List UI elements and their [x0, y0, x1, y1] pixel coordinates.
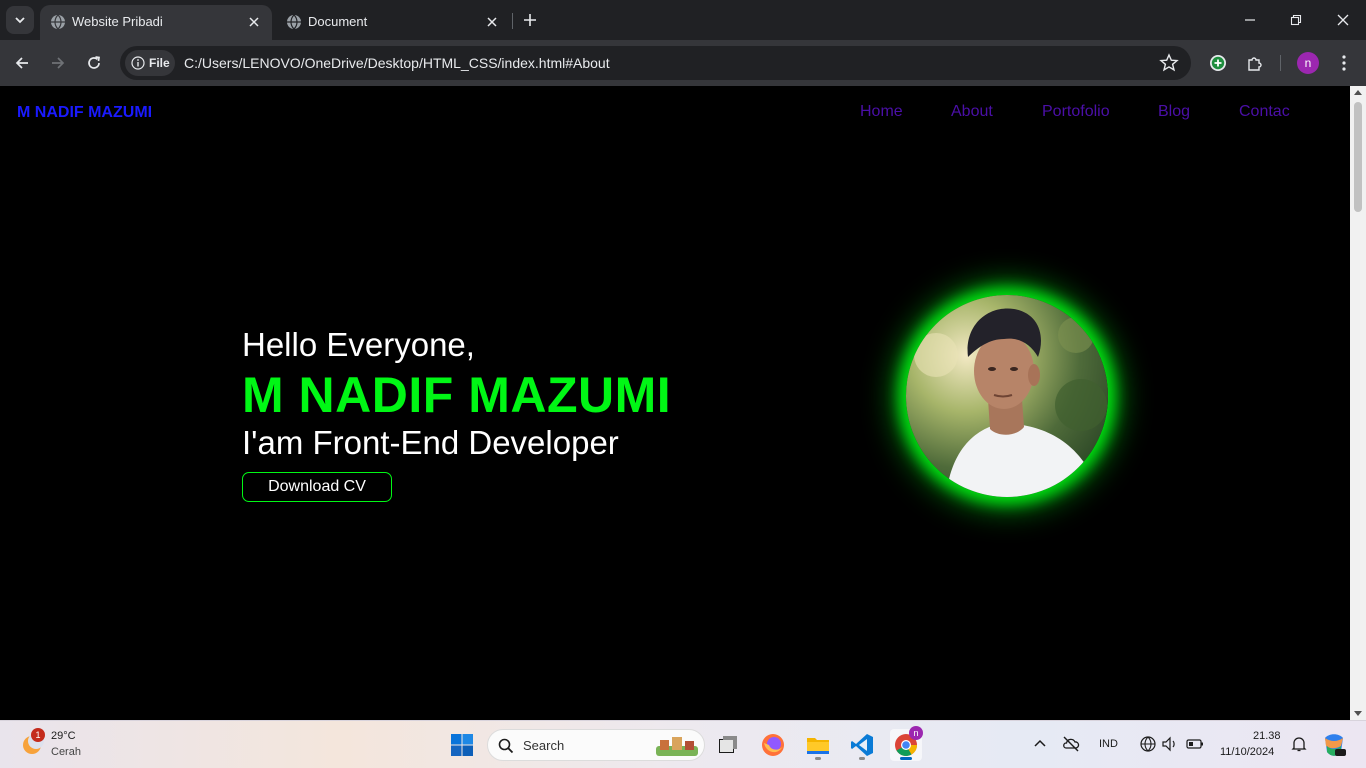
tab-title: Website Pribadi	[72, 14, 163, 29]
folder-icon	[807, 738, 829, 754]
info-icon	[131, 56, 145, 70]
toolbar-divider	[1280, 55, 1281, 71]
chevron-up-icon[interactable]	[1031, 735, 1049, 753]
chrome-profile-badge: n	[909, 726, 923, 740]
tab-website-pribadi[interactable]: Website Pribadi	[40, 5, 272, 40]
close-icon	[1337, 14, 1349, 26]
minimize-button[interactable]	[1227, 0, 1273, 40]
minimize-icon	[1245, 19, 1255, 21]
browser-tab-bar: Website Pribadi Document	[0, 0, 1366, 40]
arrow-left-icon	[15, 57, 28, 69]
kebab-menu-icon	[1342, 55, 1346, 71]
new-tab-button[interactable]	[518, 8, 542, 32]
language-indicator[interactable]: IND	[1099, 738, 1118, 750]
puzzle-icon	[1248, 57, 1262, 71]
taskbar-chrome[interactable]: n	[890, 726, 923, 761]
taskbar-task-view[interactable]	[712, 729, 744, 761]
search-icon	[498, 738, 514, 754]
tab-divider	[512, 13, 513, 29]
reload-button[interactable]	[80, 49, 108, 77]
profile-avatar[interactable]: n	[1297, 52, 1319, 74]
notification-bell-icon[interactable]	[1290, 735, 1308, 753]
page-viewport: M NADIF MAZUMI Home About Portofolio Blo…	[0, 86, 1350, 720]
plus-icon	[524, 14, 536, 26]
chevron-down-icon	[15, 17, 25, 24]
nav-contac[interactable]: Contac	[1239, 103, 1290, 121]
task-view-icon	[719, 736, 737, 753]
extensions-menu-button[interactable]	[1241, 49, 1269, 77]
download-cv-button[interactable]: Download CV	[242, 472, 392, 502]
arrow-right-icon	[52, 57, 65, 69]
running-indicator	[859, 757, 865, 760]
battery-icon[interactable]	[1186, 735, 1204, 753]
hero-role: I'am Front-End Developer	[242, 424, 619, 461]
browser-menu-button[interactable]	[1330, 49, 1358, 77]
extension-button[interactable]	[1204, 49, 1232, 77]
clock-time[interactable]: 21.38	[1253, 730, 1281, 742]
scrollbar-thumb[interactable]	[1354, 102, 1362, 212]
globe-icon	[287, 14, 301, 30]
search-label: Search	[523, 738, 565, 753]
site-logo[interactable]: M NADIF MAZUMI	[17, 104, 152, 122]
weather-temperature: 29°C	[51, 730, 76, 742]
scroll-down-arrow-icon[interactable]	[1354, 711, 1362, 716]
tab-search-button[interactable]	[6, 6, 34, 34]
clock-date[interactable]: 11/10/2024	[1220, 746, 1274, 758]
network-globe-icon[interactable]	[1139, 735, 1157, 753]
taskbar-firefox[interactable]	[757, 729, 789, 761]
vscode-icon	[851, 734, 873, 756]
taskbar-file-explorer[interactable]	[802, 729, 834, 761]
hero-greeting: Hello Everyone,	[242, 326, 475, 363]
reload-icon	[88, 56, 100, 69]
nav-home[interactable]: Home	[860, 103, 903, 121]
address-bar[interactable]: File C:/Users/LENOVO/OneDrive/Desktop/HT…	[120, 46, 1191, 80]
taskbar-vscode[interactable]	[846, 729, 878, 761]
forward-button[interactable]	[44, 49, 72, 77]
running-indicator	[815, 757, 821, 760]
search-highlight-icon	[656, 737, 698, 756]
green-plus-extension-icon	[1210, 55, 1226, 71]
profile-photo	[906, 295, 1108, 497]
cloud-offline-icon[interactable]	[1062, 735, 1080, 753]
bookmark-star-icon[interactable]	[1159, 53, 1179, 73]
hero-name: M NADIF MAZUMI	[242, 367, 672, 423]
active-indicator	[900, 757, 912, 760]
tab-document[interactable]: Document	[276, 5, 510, 40]
globe-icon	[51, 14, 65, 30]
site-info-chip[interactable]: File	[125, 50, 175, 76]
taskbar-search-box[interactable]: Search	[487, 729, 705, 761]
weather-description: Cerah	[51, 746, 81, 758]
site-chip-label: File	[149, 56, 170, 70]
firefox-icon	[762, 734, 784, 756]
close-tab-icon[interactable]	[244, 12, 264, 32]
scroll-up-arrow-icon[interactable]	[1354, 90, 1362, 95]
nav-portofolio[interactable]: Portofolio	[1042, 103, 1110, 121]
windows-start-icon[interactable]	[450, 733, 474, 757]
nav-blog[interactable]: Blog	[1158, 103, 1190, 121]
weather-badge: 1	[31, 728, 45, 742]
nav-about[interactable]: About	[951, 103, 993, 121]
tab-title: Document	[308, 14, 368, 29]
windows-taskbar: 1 29°C Cerah Search n IND 21.38 11/10/20…	[0, 720, 1366, 768]
copilot-icon[interactable]	[1321, 732, 1347, 758]
browser-toolbar: File C:/Users/LENOVO/OneDrive/Desktop/HT…	[0, 40, 1366, 86]
page-scrollbar[interactable]	[1350, 86, 1366, 720]
back-button[interactable]	[8, 49, 36, 77]
close-tab-icon[interactable]	[482, 12, 502, 32]
restore-icon	[1290, 14, 1302, 26]
close-window-button[interactable]	[1320, 0, 1366, 40]
url-text[interactable]: C:/Users/LENOVO/OneDrive/Desktop/HTML_CS…	[184, 55, 610, 71]
speaker-icon[interactable]	[1161, 735, 1179, 753]
restore-button[interactable]	[1273, 0, 1319, 40]
